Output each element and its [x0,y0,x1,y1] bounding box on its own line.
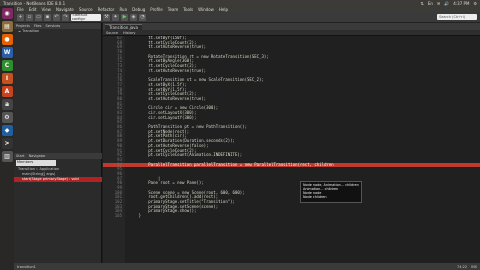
navigator-pane: Start Navigator Members Transition :: Ap… [14,153,102,263]
volume-icon[interactable]: 🔊 [444,1,449,6]
code-area[interactable]: 67 tt.setByY(150f); 68 tt.setCycleCount(2… [103,36,480,263]
trash-icon[interactable]: ▥ [1,151,13,162]
members-select[interactable]: Members [16,160,56,166]
status-bar: transition1 74:22 INS [14,263,480,270]
menu-run[interactable]: Run [119,7,127,12]
completion-popup: Node node, Animation... children Animati… [300,181,362,203]
amazon-icon[interactable]: a [1,99,13,110]
status-project: transition1 [17,264,36,269]
software-center-icon[interactable]: A [1,86,13,97]
code-lines: 67 tt.setByY(150f); 68 tt.setCycleCount(2… [103,36,480,219]
run-icon[interactable]: ▶ [121,13,128,21]
configuration-select[interactable]: <default config> [71,13,101,21]
new-project-icon[interactable]: + [17,13,24,21]
menu-team[interactable]: Team [168,7,179,12]
files-icon[interactable]: ▤ [1,21,13,32]
menu-source[interactable]: Source [79,7,93,12]
build-icon[interactable]: ⚒ [103,13,110,21]
clock[interactable]: 4:37 PM [453,1,469,6]
source-tab[interactable]: Source [106,31,118,35]
mail-icon[interactable]: ✉ [437,1,440,6]
settings-icon[interactable]: ⚙ [1,112,13,123]
open-project-icon[interactable]: ▭ [35,13,42,21]
navigator-method-start[interactable]: start(Stage primaryStage) : void [14,177,102,182]
code-line[interactable]: 105 } [103,213,480,219]
menu-navigate[interactable]: Navigate [56,7,74,12]
tab-start[interactable]: Start [16,154,25,158]
save-all-icon[interactable]: ▪ [44,13,51,21]
dash-icon[interactable]: ◉ [1,8,13,19]
code-text: } [129,213,142,219]
netbeans-icon[interactable]: ◆ [1,125,13,136]
window-title: Transition - NetBeans IDE 8.0.1 [3,0,66,6]
profile-icon[interactable]: ◔ [139,13,146,21]
tab-projects[interactable]: Projects [16,24,30,28]
tab-navigator[interactable]: Navigator [29,154,46,158]
tab-services[interactable]: Services [46,24,61,28]
libreoffice-impress-icon[interactable]: I [1,73,13,84]
menu-profile[interactable]: Profile [150,7,162,12]
completion-item[interactable]: Node children [303,195,359,199]
new-file-icon[interactable]: ▫ [26,13,33,21]
cursor-position: 74:22 [457,264,468,269]
insert-mode: INS [471,264,477,269]
menu-window[interactable]: Window [198,7,214,12]
editor-tabs: Transition.java [103,23,480,30]
history-tab[interactable]: History [123,31,135,35]
redo-icon[interactable]: ↷ [62,13,69,21]
session-gear-icon[interactable]: ⚙ [473,1,477,6]
debug-icon[interactable]: ◈ [130,13,137,21]
menu-refactor[interactable]: Refactor [98,7,115,12]
firefox-icon[interactable]: ● [1,34,13,45]
ide-window: File Edit View Navigate Source Refactor … [14,6,480,270]
terminal-icon[interactable]: > [1,138,13,149]
system-tray: ⇅ En ✉ 🔊 4:37 PM ⚙ [421,1,477,6]
network-icon[interactable]: ⇅ [421,1,424,6]
launcher: ◉ ▤ ● W C I Aa ⚙ ◆ > ▥ [0,6,14,270]
editor: Transition.java Source History 67 tt.set… [103,23,480,263]
search-input[interactable]: Search (Ctrl+I) [437,14,477,20]
left-pane: Projects Files Services ☕ Transition Sta… [14,23,102,263]
editor-tab-transition[interactable]: Transition.java [105,24,142,30]
line-number: 105 [114,213,122,219]
menu-view[interactable]: View [41,7,51,12]
menu-file[interactable]: File [17,7,24,12]
menu-edit[interactable]: Edit [29,7,37,12]
project-tree-item[interactable]: ☕ Transition [14,29,101,34]
libreoffice-calc-icon[interactable]: C [1,60,13,71]
menu-tools[interactable]: Tools [183,7,193,12]
menu-debug[interactable]: Debug [132,7,145,12]
clean-build-icon[interactable]: ✦ [112,13,119,21]
main-toolbar: + ▫ ▭ ▪ ↶ ↷ <default config> ⚒ ✦ ▶ ◈ ◔ S… [14,12,480,23]
keyboard-layout-indicator[interactable]: En [428,1,433,6]
navigator-tabs: Start Navigator [14,153,102,159]
menu-help[interactable]: Help [219,7,228,12]
libreoffice-writer-icon[interactable]: W [1,47,13,58]
tab-files[interactable]: Files [34,24,42,28]
undo-icon[interactable]: ↶ [53,13,60,21]
